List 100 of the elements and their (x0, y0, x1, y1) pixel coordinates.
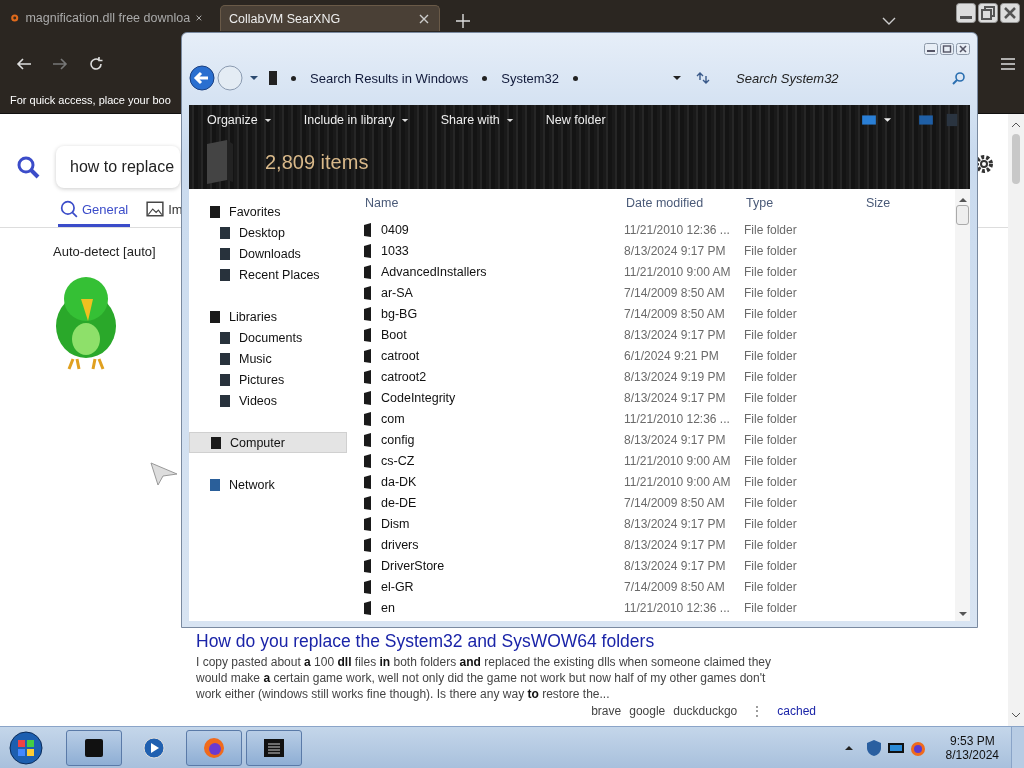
breadcrumb-item[interactable]: Search Results in Windows (310, 70, 469, 86)
type-cell-text: File folder (744, 222, 798, 237)
folder-icon (219, 246, 231, 261)
folder-icon (219, 330, 231, 345)
file-name[interactable]: catroot (381, 348, 420, 363)
nav-item[interactable]: Favorites (189, 201, 347, 222)
file-name[interactable]: ar-SA (381, 285, 413, 300)
search-icon[interactable] (16, 155, 40, 179)
type-cell-text: File folder (744, 432, 798, 447)
type-cell-text: File folder (744, 579, 798, 594)
refresh-icon[interactable] (696, 72, 710, 84)
search-field[interactable]: Search System32 (734, 69, 952, 87)
nav-item[interactable]: Recent Places (189, 264, 347, 285)
new-tab-icon[interactable] (456, 14, 470, 28)
type-cell-text: File folder (744, 474, 798, 489)
file-name[interactable]: drivers (381, 537, 419, 552)
column-header[interactable]: Name (365, 196, 626, 210)
close-icon[interactable] (1000, 3, 1020, 23)
file-name[interactable]: da-DK (381, 474, 417, 489)
result-title-link[interactable]: How do you replace the System32 and SysWOW64 folders (196, 631, 655, 652)
restore-icon[interactable] (978, 3, 998, 23)
category-tab[interactable]: General (58, 196, 131, 227)
nav-item[interactable]: Pictures (189, 369, 347, 390)
type-cell-text: File folder (744, 390, 798, 405)
scroll-thumb[interactable] (1012, 134, 1020, 184)
menu-icon[interactable] (1000, 57, 1016, 71)
column-header[interactable]: Date modified (626, 196, 746, 210)
file-name[interactable]: config (381, 432, 415, 447)
date-cell-text: 8/13/2024 9:17 PM (624, 327, 727, 342)
more-menu[interactable]: ⋮ (751, 704, 764, 718)
taskbar-button[interactable] (246, 729, 302, 766)
file-name[interactable]: DriverStore (381, 558, 445, 573)
minimize-icon[interactable] (956, 3, 976, 23)
column-header[interactable]: Type (746, 196, 866, 210)
cached-link[interactable]: cached (777, 704, 816, 718)
chevron-down-icon[interactable] (882, 17, 896, 25)
view-icon[interactable] (861, 113, 877, 127)
folder-icon (363, 306, 373, 321)
folder-icon (363, 495, 373, 510)
folder-icon (363, 432, 373, 447)
browser-tab[interactable]: CollabVM SearXNG (220, 5, 440, 31)
scroll-down-icon[interactable] (1011, 712, 1021, 718)
file-name[interactable]: com (381, 411, 405, 426)
taskbar-button[interactable] (66, 729, 122, 766)
dropdown-icon[interactable] (883, 117, 892, 123)
clock-time[interactable]: 9:53 PM (949, 733, 995, 748)
breadcrumb-item[interactable]: System32 (501, 70, 560, 86)
minimize-icon[interactable] (924, 43, 938, 55)
file-name[interactable]: catroot2 (381, 369, 427, 384)
list-scrollbar[interactable] (955, 189, 970, 621)
date-cell-text: 11/21/2010 12:36 ... (624, 600, 731, 615)
close-icon[interactable] (956, 43, 970, 55)
toolbar-button[interactable]: Share with (432, 111, 522, 129)
nav-item[interactable]: Downloads (189, 243, 347, 264)
file-name[interactable]: Dism (381, 516, 410, 531)
nav-item[interactable]: Libraries (189, 306, 347, 327)
file-name[interactable]: 0409 (381, 222, 409, 237)
nav-item[interactable]: Videos (189, 390, 347, 411)
scroll-down-icon[interactable] (957, 611, 968, 617)
scroll-up-icon[interactable] (957, 197, 968, 203)
scroll-thumb[interactable] (956, 205, 969, 225)
file-name[interactable]: el-GR (381, 579, 414, 594)
search-icon (60, 200, 78, 218)
toolbar-button[interactable]: New folder (537, 111, 614, 129)
clock-date[interactable]: 8/13/2024 (945, 747, 999, 762)
page-scrollbar[interactable] (1008, 114, 1024, 726)
back-icon[interactable] (16, 56, 32, 72)
file-name[interactable]: 1033 (381, 243, 409, 258)
file-name[interactable]: de-DE (381, 495, 417, 510)
preview-pane-icon[interactable] (918, 113, 934, 127)
close-icon[interactable] (419, 13, 429, 24)
folder-icon (219, 225, 231, 240)
type-cell-text: File folder (744, 558, 798, 573)
folder-icon (363, 558, 373, 573)
maximize-icon[interactable] (940, 43, 954, 55)
search-field[interactable]: how to replace (56, 146, 180, 188)
file-name[interactable]: bg-BG (381, 306, 418, 321)
date-cell-text: 7/14/2009 8:50 AM (624, 306, 726, 321)
dropdown-icon[interactable] (672, 75, 682, 81)
nav-item[interactable]: Computer (189, 432, 347, 453)
file-name[interactable]: AdvancedInstallers (381, 264, 487, 279)
toolbar-button[interactable]: Include in library (295, 111, 417, 129)
back-icon[interactable] (189, 65, 215, 91)
nav-item[interactable]: Music (189, 348, 347, 369)
toolbar-button[interactable]: Organize (199, 111, 280, 129)
nav-item[interactable]: Network (189, 474, 347, 495)
start-button[interactable] (8, 729, 44, 766)
scroll-up-icon[interactable] (1011, 122, 1021, 128)
dropdown-icon[interactable] (249, 75, 259, 81)
file-name[interactable]: Boot (381, 327, 407, 342)
browser-tab[interactable]: magnification.dll free downloa (6, 5, 212, 31)
reload-icon[interactable] (88, 56, 104, 72)
forward-icon[interactable] (52, 56, 68, 72)
file-name[interactable]: cs-CZ (381, 453, 415, 468)
close-icon[interactable] (196, 13, 202, 23)
nav-item[interactable]: Desktop (189, 222, 347, 243)
file-name[interactable]: CodeIntegrity (381, 390, 456, 405)
file-name[interactable]: en (381, 600, 395, 615)
nav-item[interactable]: Documents (189, 327, 347, 348)
column-header[interactable]: Size (866, 196, 891, 210)
